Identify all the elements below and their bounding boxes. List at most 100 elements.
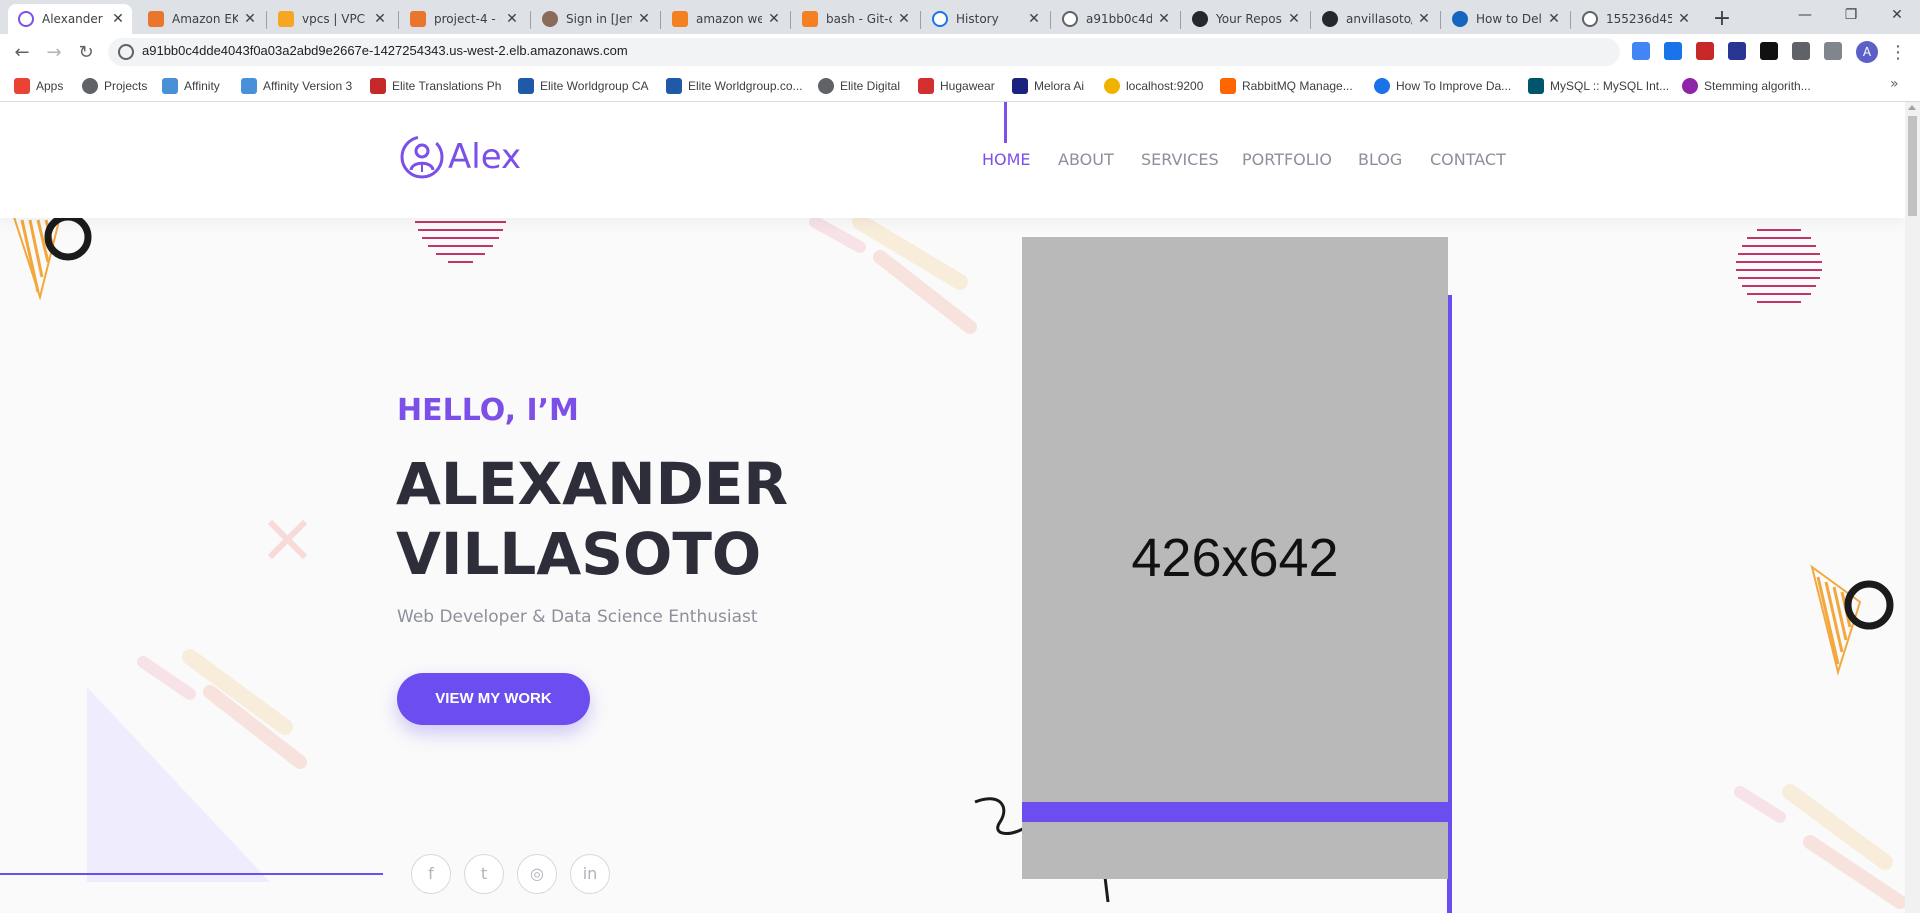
menu-icon[interactable]: ⋮	[1884, 39, 1912, 67]
bookmark-localhost[interactable]: localhost:9200	[1104, 76, 1203, 96]
new-tab-button[interactable]: +	[1708, 6, 1736, 34]
extension-icon[interactable]	[1664, 42, 1682, 60]
aws-cube-icon	[410, 11, 426, 27]
view-my-work-button[interactable]: VIEW MY WORK	[397, 673, 590, 725]
bookmark-label: Melora Ai	[1034, 79, 1085, 93]
close-icon[interactable]: ✕	[896, 11, 912, 27]
melora-icon	[1012, 78, 1028, 94]
alex-logo-icon	[18, 11, 34, 27]
close-icon[interactable]: ✕	[1286, 11, 1302, 27]
bookmark-affinity[interactable]: Affinity	[162, 76, 220, 96]
tab-your-repos[interactable]: Your Repositories ✕	[1182, 4, 1308, 34]
reload-button[interactable]: ↻	[72, 39, 100, 67]
close-icon[interactable]: ✕	[766, 11, 782, 27]
tab-divider	[920, 11, 921, 29]
github-icon	[1322, 11, 1338, 27]
elite-blue-icon	[518, 78, 534, 94]
tab-bash-git[interactable]: bash - Git-commit ✕	[792, 4, 918, 34]
tab-history[interactable]: History ✕	[922, 4, 1048, 34]
close-icon[interactable]: ✕	[1546, 11, 1562, 27]
tab-project-4[interactable]: project-4 - Amazon ✕	[400, 4, 526, 34]
bookmark-how-to-improve[interactable]: How To Improve Da...	[1374, 76, 1511, 96]
github-icon[interactable]: ◎	[517, 854, 557, 894]
nav-about[interactable]: ABOUT	[1058, 150, 1114, 169]
bookmark-label: Affinity Version 3	[263, 79, 353, 93]
site-logo[interactable]: Alex	[398, 134, 521, 180]
bookmark-mysql[interactable]: MySQL :: MySQL Int...	[1528, 76, 1669, 96]
hero-name-line2: VILLASOTO	[396, 520, 762, 588]
minimize-button[interactable]: —	[1782, 0, 1828, 34]
jetbrains-extension-icon[interactable]	[1760, 42, 1778, 60]
diagonal-bars-bottom-decoration	[137, 649, 307, 769]
close-icon[interactable]: ✕	[242, 11, 258, 27]
tab-label: amazon web services	[696, 12, 762, 26]
back-button[interactable]: ←	[8, 39, 36, 67]
tab-155236[interactable]: 155236d45a ✕	[1572, 4, 1698, 34]
url-text[interactable]: a91bb0c4dde4043f0a03a2abd9e2667e-1427254…	[142, 43, 628, 58]
tab-divider	[1310, 11, 1311, 29]
bookmark-hugawear[interactable]: Hugawear	[918, 76, 995, 96]
github-icon	[1192, 11, 1208, 27]
reading-list-icon[interactable]	[1824, 42, 1842, 60]
close-icon[interactable]: ✕	[1156, 11, 1172, 27]
close-icon[interactable]: ✕	[1026, 11, 1042, 27]
tab-divider	[790, 11, 791, 29]
elite-blue-icon	[666, 78, 682, 94]
twitter-icon[interactable]: t	[464, 854, 504, 894]
close-window-button[interactable]: ✕	[1874, 0, 1920, 34]
linkedin-icon[interactable]: in	[570, 854, 610, 894]
page-scrollbar[interactable]	[1905, 102, 1920, 913]
scroll-thumb[interactable]	[1908, 116, 1917, 216]
globe-icon	[118, 44, 134, 60]
bookmark-projects[interactable]: Projects	[82, 76, 147, 96]
pdf-extension-icon[interactable]	[1696, 42, 1714, 60]
bookmark-elite-translations[interactable]: Elite Translations Ph	[370, 76, 501, 96]
logo-text: Alex	[448, 137, 522, 177]
tab-vpcs[interactable]: vpcs | VPC Management Console ✕	[268, 4, 394, 34]
nav-home[interactable]: HOME	[982, 150, 1031, 169]
close-icon[interactable]: ✕	[1416, 11, 1432, 27]
tab-elb[interactable]: a91bb0c4dde4043 ✕	[1052, 4, 1178, 34]
globe-icon	[1062, 11, 1078, 27]
forward-button[interactable]: →	[40, 39, 68, 67]
facebook-icon[interactable]: f	[411, 854, 451, 894]
close-icon[interactable]: ✕	[110, 11, 126, 27]
tab-alexander[interactable]: Alexander Villasoto ✕	[8, 4, 132, 34]
nav-portfolio[interactable]: PORTFOLIO	[1242, 150, 1332, 169]
avatar[interactable]: A	[1856, 41, 1878, 63]
close-icon[interactable]: ✕	[636, 11, 652, 27]
bookmark-apps[interactable]: Apps	[14, 76, 63, 96]
address-bar[interactable]: a91bb0c4dde4043f0a03a2abd9e2667e-1427254…	[108, 38, 1620, 66]
nav-services[interactable]: SERVICES	[1141, 150, 1219, 169]
restore-button[interactable]: ❐	[1828, 0, 1874, 34]
bookmark-label: Elite Worldgroup.co...	[688, 79, 803, 93]
close-icon[interactable]: ✕	[1676, 11, 1692, 27]
bookmark-label: MySQL :: MySQL Int...	[1550, 79, 1670, 93]
dc-extension-icon[interactable]	[1728, 42, 1746, 60]
bookmark-melora[interactable]: Melora Ai	[1012, 76, 1084, 96]
puzzle-icon[interactable]	[1792, 42, 1810, 60]
close-icon[interactable]: ✕	[504, 11, 520, 27]
scroll-up-icon[interactable]	[1908, 105, 1916, 110]
tab-anvillasoto[interactable]: anvillasoto/project ✕	[1312, 4, 1438, 34]
bookmark-rabbitmq[interactable]: RabbitMQ Manage...	[1220, 76, 1353, 96]
bookmark-elite-digital[interactable]: Elite Digital	[818, 76, 900, 96]
tab-divider	[1440, 11, 1441, 29]
tab-divider	[1050, 11, 1051, 29]
bookmark-affinity-v3[interactable]: Affinity Version 3	[241, 76, 352, 96]
nav-blog[interactable]: BLOG	[1358, 150, 1402, 169]
bookmark-elite-worldgroup-co[interactable]: Elite Worldgroup.co...	[666, 76, 803, 96]
tab-how-to-delete[interactable]: How to Delete ✕	[1442, 4, 1568, 34]
tab-aws-so[interactable]: amazon web services ✕	[662, 4, 788, 34]
close-icon[interactable]: ✕	[372, 11, 388, 27]
bookmark-stemming[interactable]: Stemming algorith...	[1682, 76, 1811, 96]
bookmarks-overflow-button[interactable]: »	[1890, 76, 1899, 92]
bookmark-label: Stemming algorith...	[1704, 79, 1811, 93]
nav-contact[interactable]: CONTACT	[1430, 150, 1506, 169]
tab-label: Alexander Villasoto	[42, 12, 106, 26]
bookmark-elite-worldgroup-ca[interactable]: Elite Worldgroup CA	[518, 76, 649, 96]
translate-extension-icon[interactable]	[1632, 42, 1650, 60]
tab-jenkins[interactable]: Sign in [Jenkins] ✕	[532, 4, 658, 34]
tab-amazon-eks[interactable]: Amazon EKS ✕	[138, 4, 264, 34]
stemming-icon	[1682, 78, 1698, 94]
